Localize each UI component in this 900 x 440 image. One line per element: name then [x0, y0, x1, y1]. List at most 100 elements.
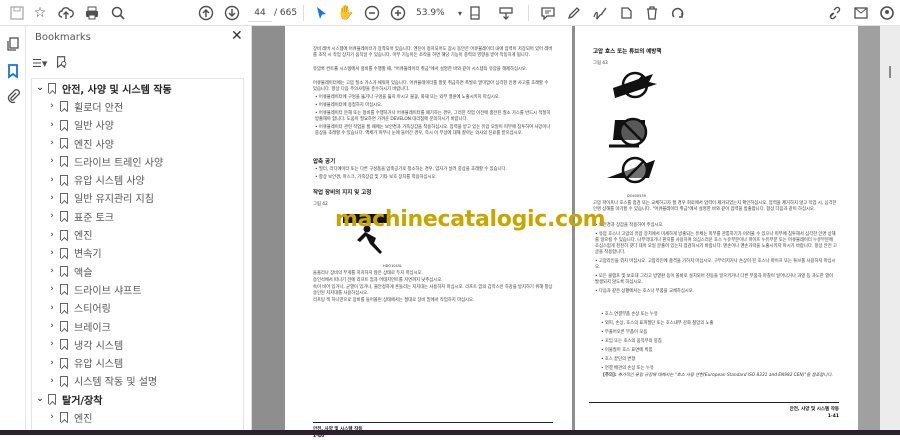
email-icon[interactable]: [851, 3, 871, 23]
paragraph: 승인석에서 떠나기 전에 리프트 암과 어태치먼트를 지면까지 낮추십시오.: [313, 278, 443, 283]
bookmark-item[interactable]: › 액슬: [32, 262, 243, 280]
document-scrollbar[interactable]: [880, 26, 900, 430]
list-item: • 부풀어오른 부품이 모음: [601, 330, 648, 335]
scroll-mode-icon[interactable]: [496, 3, 516, 23]
zoom-level-input[interactable]: 53.9%: [416, 4, 454, 22]
chevron-right-icon[interactable]: ›: [47, 193, 57, 203]
bookmark-item[interactable]: › 엔진: [32, 225, 243, 243]
list-item-text: 호스 끝단의 변형: [604, 357, 636, 362]
bookmark-item[interactable]: › 시스템 작동 및 설명: [32, 372, 243, 390]
scrollbar-thumb[interactable]: [889, 66, 891, 78]
find-bookmark-icon[interactable]: [55, 54, 69, 73]
bookmark-item[interactable]: › 드라이브 샤프트: [32, 280, 243, 298]
account-icon[interactable]: [877, 3, 897, 23]
bookmark-label: 일반 사양: [74, 121, 114, 133]
bookmark-item[interactable]: › 스티어링: [32, 299, 243, 317]
print-icon[interactable]: [82, 3, 102, 23]
find-icon[interactable]: [108, 3, 128, 23]
chevron-right-icon[interactable]: ›: [47, 156, 57, 166]
save-icon[interactable]: [7, 3, 27, 23]
zoom-out-icon[interactable]: [362, 3, 382, 23]
star-icon[interactable]: ☆: [30, 3, 50, 23]
bookmark-item[interactable]: › 엔진: [32, 408, 243, 426]
sign-icon[interactable]: [590, 3, 610, 23]
bookmark-item[interactable]: › 유압 시스템 사양: [32, 170, 243, 188]
chevron-right-icon[interactable]: ›: [47, 339, 57, 349]
page-thumbnails-icon[interactable]: [3, 34, 23, 54]
bookmark-item[interactable]: ⌄ 안전, 사양 및 시스템 작동: [32, 79, 243, 97]
bullet-list: • 어큐뮬레이터에 구멍을 뚫거나 구멍을 뚫지 마시고 불꽃, 화재 또는 외…: [315, 95, 553, 139]
chevron-down-icon[interactable]: ⌄: [35, 394, 45, 404]
rotate-icon[interactable]: [668, 3, 688, 23]
attachments-icon[interactable]: [3, 86, 23, 106]
chevron-right-icon[interactable]: ›: [47, 284, 57, 294]
chevron-right-icon[interactable]: ›: [47, 412, 57, 422]
cloud-upload-icon[interactable]: [56, 3, 76, 23]
bookmark-icon: [60, 211, 68, 222]
select-cursor-icon[interactable]: [311, 3, 331, 23]
close-icon[interactable]: ✕: [231, 28, 243, 44]
chevron-right-icon[interactable]: ›: [47, 101, 57, 111]
bookmark-item[interactable]: › 유압 시스템: [32, 353, 243, 371]
bookmark-item[interactable]: › 드라이브 트레인 사양: [32, 152, 243, 170]
bookmark-icon: [60, 101, 68, 112]
paragraph: 고압 파이프나 호스를 점검 또는 교체하고자 할 경우 회로에서 압력이 제거…: [593, 201, 837, 212]
fit-page-icon[interactable]: [466, 3, 486, 23]
list-item-text: 고압라인을 꺾지 마십시오. 고압라인에 충격을 가하지 마십시오. 구부러지거…: [595, 259, 836, 270]
page-number-input[interactable]: 44: [248, 4, 272, 22]
pen-icon[interactable]: [564, 3, 584, 23]
list-item: • 모든 클램프 및 보호대 그리고 방열판 등이 올바로 설치되어 진동을 일…: [595, 274, 834, 285]
bookmark-icon: [60, 321, 68, 331]
share-link-icon[interactable]: [825, 3, 845, 23]
chevron-right-icon[interactable]: ›: [47, 321, 57, 331]
note-label: [주의]:: [603, 373, 617, 378]
chevron-down-icon[interactable]: ⌄: [35, 83, 45, 93]
list-item: • 연결 배관의 손상 또는 누유: [601, 366, 654, 371]
bookmark-item[interactable]: › 일반 사양: [32, 116, 243, 134]
bookmark-icon: [60, 247, 68, 258]
zoom-in-icon[interactable]: [388, 3, 408, 23]
list-item: • 다음과 같은 상황에서는 호스나 부품을 교체하십시오.: [595, 289, 695, 294]
chevron-right-icon[interactable]: ›: [47, 266, 57, 276]
chevron-right-icon[interactable]: ›: [47, 303, 57, 313]
paragraph: 장비 레버 시스템에 어큐뮬레이터가 장착되어 있습니다. 엔진이 정지되어도 …: [313, 47, 553, 58]
bookmark-label: 표준 토크: [74, 212, 114, 224]
chevron-right-icon[interactable]: ›: [47, 211, 57, 221]
page-footer: 안전, 사양 및 시스템 작동 1-41: [589, 402, 839, 420]
chevron-right-icon[interactable]: ›: [47, 138, 57, 148]
page-down-icon[interactable]: [222, 3, 242, 23]
bookmark-item[interactable]: › 변속기: [32, 244, 243, 262]
figure-label: 그림 43: [593, 61, 608, 66]
document-gutter: [858, 26, 880, 430]
bookmark-icon: [60, 339, 68, 350]
bookmark-label: 냉각 시스템: [74, 340, 124, 352]
bookmarks-icon[interactable]: [3, 61, 23, 81]
bookmark-item[interactable]: ⌄ 탈거/장착: [32, 390, 243, 408]
delete-icon[interactable]: [642, 3, 662, 23]
bookmark-item[interactable]: › 엔진 사양: [32, 134, 243, 152]
list-item: • 어큐뮬레이터에 용접하지 마십시오.: [315, 103, 383, 108]
chevron-right-icon[interactable]: ›: [47, 376, 57, 386]
bookmark-item[interactable]: › 냉각 시스템: [32, 335, 243, 353]
stamp-icon[interactable]: [616, 3, 636, 23]
bookmark-label: 안전, 사양 및 시스템 작동: [62, 84, 172, 96]
bookmark-tree: ⌄ 안전, 사양 및 시스템 작동 › 휠로더 안전 › 일반 사양 › 엔진 사양 › 드라이브…: [31, 78, 244, 430]
chevron-right-icon[interactable]: ›: [47, 248, 57, 258]
list-item-text: 어큐뮬레이터에 용접하지 마십시오.: [318, 103, 383, 108]
page-up-icon[interactable]: [196, 3, 216, 23]
bookmark-label: 일반 유지관리 지침: [74, 194, 154, 206]
figure-code: HDO1045L: [383, 264, 402, 268]
bookmark-item[interactable]: › 일반 유지관리 지침: [32, 189, 243, 207]
bookmark-item[interactable]: › 브레이크: [32, 317, 243, 335]
bookmark-item[interactable]: › 휠로더 안전: [32, 97, 243, 115]
bookmark-options-icon[interactable]: ☰▾: [32, 57, 47, 70]
list-item: • 꼬임 또는 호스의 움직부의 뭉침: [601, 339, 662, 344]
list-item-text: 이물질이 호스 표면에 박힘: [604, 348, 653, 353]
chevron-right-icon[interactable]: ›: [47, 358, 57, 368]
chevron-right-icon[interactable]: ›: [47, 120, 57, 130]
bookmark-item[interactable]: › 표준 토크: [32, 207, 243, 225]
comment-icon[interactable]: [538, 3, 558, 23]
hand-icon[interactable]: ✋: [336, 3, 356, 23]
chevron-right-icon[interactable]: ›: [47, 230, 57, 240]
chevron-right-icon[interactable]: ›: [47, 175, 57, 185]
